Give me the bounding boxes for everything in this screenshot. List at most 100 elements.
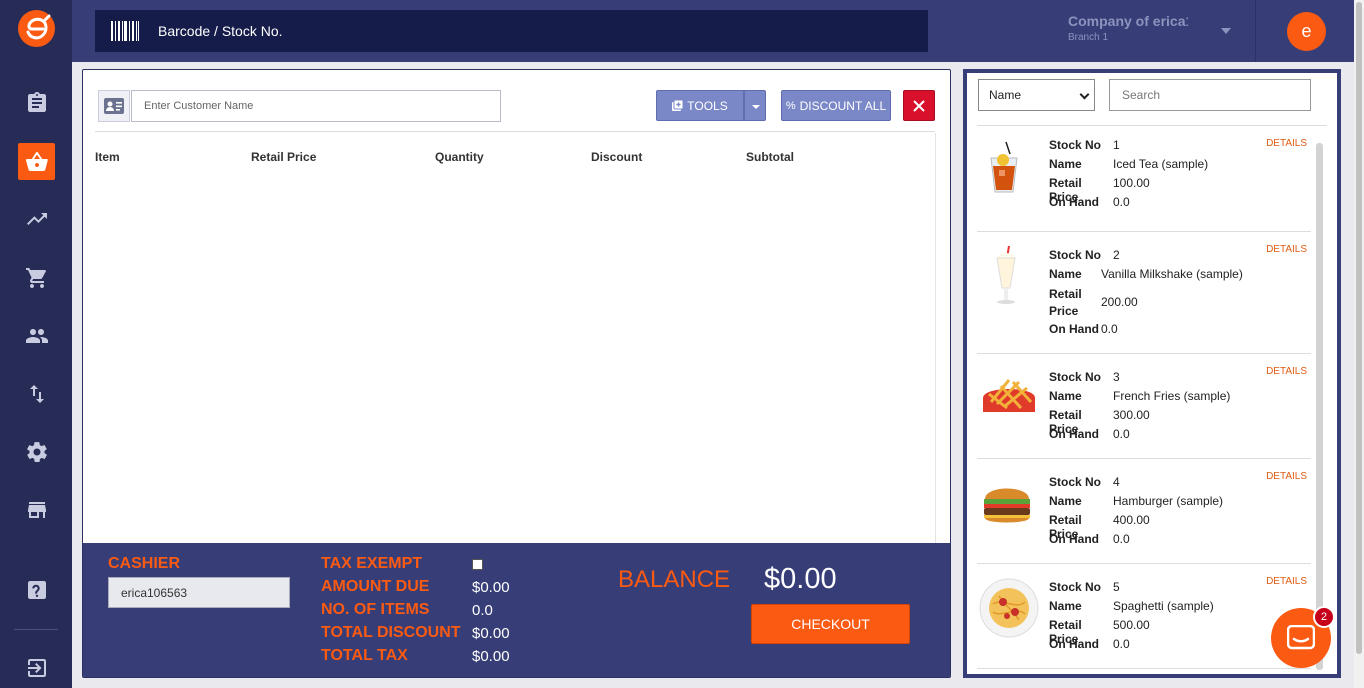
balance-label: BALANCE (618, 566, 731, 593)
total-discount-value: $0.00 (472, 625, 510, 642)
total-tax-label: TOTAL TAX (321, 647, 408, 664)
stock-no-value: 2 (1113, 248, 1120, 262)
cart-divider (95, 131, 935, 132)
details-link[interactable]: DETAILS (1266, 576, 1307, 587)
nav-orders[interactable] (18, 84, 55, 121)
on-hand-value: 0.0 (1113, 427, 1130, 441)
product-list: Stock No 1 Name Iced Tea (sample) Retail P… (977, 126, 1311, 678)
cart-icon (25, 267, 46, 288)
milkshake-image (996, 246, 1016, 304)
product-name: Iced Tea (sample) (1113, 157, 1209, 171)
search-field-selected: Name (989, 88, 1022, 102)
nav-store[interactable] (18, 491, 55, 528)
chevron-down-icon[interactable] (1221, 28, 1231, 34)
tax-exempt-checkbox[interactable] (472, 559, 483, 570)
product-item[interactable]: Stock No 1 Name Iced Tea (sample) Retail P… (977, 126, 1311, 232)
checkout-button[interactable]: CHECKOUT (751, 604, 910, 644)
customer-name-input[interactable] (131, 90, 501, 122)
retail-label: Retail (1049, 287, 1082, 301)
stock-no-label: Stock No (1049, 580, 1102, 594)
details-link[interactable]: DETAILS (1266, 471, 1307, 482)
avatar[interactable]: e (1287, 12, 1326, 51)
product-name: Spaghetti (sample) (1113, 599, 1214, 613)
header-divider (1255, 0, 1256, 62)
nav-purchases[interactable] (18, 259, 55, 296)
spaghetti-image (979, 578, 1039, 638)
branch-name: Branch 1 (1068, 32, 1109, 43)
column-discount: Discount (591, 150, 643, 164)
on-hand-value: 0.0 (1113, 532, 1130, 546)
product-name: Hamburger (sample) (1113, 494, 1224, 508)
column-retail-price: Retail Price (251, 150, 317, 164)
id-card-icon[interactable] (98, 90, 130, 122)
name-label: Name (1049, 389, 1082, 403)
nav-pos[interactable] (18, 143, 55, 180)
tax-exempt-label: TAX EXEMPT (321, 555, 423, 572)
retail-price-label: Retail Price (1049, 286, 1101, 320)
tools-label: TOOLS (687, 98, 728, 113)
nav-transfers[interactable] (18, 375, 55, 412)
brand-logo[interactable] (18, 10, 55, 47)
on-hand-label: On Hand (1049, 322, 1099, 336)
on-hand-label: On Hand (1049, 532, 1099, 546)
page-scrollbar-thumb[interactable] (1356, 2, 1362, 654)
discount-all-label: DISCOUNT ALL (799, 98, 887, 113)
product-item[interactable]: Stock No 3 Name French Fries (sample) Reta… (977, 354, 1311, 459)
search-field-select[interactable]: Name (978, 79, 1095, 111)
product-item[interactable]: Stock No 4 Name Hamburger (sample) Retail … (977, 459, 1311, 564)
barcode-icon (111, 21, 139, 41)
summary-panel: CASHIER erica106563 TAX EXEMPT AMOUNT DU… (83, 543, 950, 677)
discount-all-button[interactable]: % DISCOUNT ALL (781, 90, 891, 121)
percent-icon: % (785, 99, 796, 112)
stock-no-label: Stock No (1049, 475, 1102, 489)
sidebar-divider (14, 629, 58, 630)
on-hand-label: On Hand (1049, 637, 1099, 651)
shopping-basket-icon (25, 151, 48, 171)
nav-settings[interactable] (18, 433, 55, 470)
nav-reports[interactable] (18, 200, 55, 237)
nav-customers[interactable] (18, 317, 55, 354)
tools-dropdown-toggle[interactable] (744, 90, 766, 121)
details-link[interactable]: DETAILS (1266, 366, 1307, 377)
product-item[interactable]: Stock No 5 Name Spaghetti (sample) Retail … (977, 564, 1311, 669)
stock-no-value: 1 (1113, 138, 1120, 152)
retail-price-value: 200.00 (1101, 295, 1138, 309)
column-quantity: Quantity (435, 150, 484, 164)
stock-no-label: Stock No (1049, 370, 1102, 384)
close-icon (913, 99, 925, 112)
help-icon (27, 580, 46, 599)
logout-icon (27, 658, 46, 677)
products-panel: Name Stock No 1 Name Iced Tea (sample) Ret… (963, 69, 1341, 678)
top-bar: Barcode / Stock No. Company of erica1065… (72, 0, 1354, 62)
nav-logout[interactable] (18, 649, 55, 686)
tools-button[interactable]: TOOLS (656, 90, 744, 121)
cart-scroll-track (935, 133, 936, 543)
on-hand-label: On Hand (1049, 427, 1099, 441)
company-selector[interactable]: Company of erica106563 Branch 1 (1068, 13, 1188, 43)
trending-up-icon (26, 212, 47, 225)
barcode-placeholder: Barcode / Stock No. (158, 23, 283, 39)
stock-no-value: 3 (1113, 370, 1120, 384)
chat-icon (1287, 625, 1315, 650)
caret-down-icon (752, 105, 760, 109)
total-discount-label: TOTAL DISCOUNT (321, 624, 461, 641)
nav-help[interactable] (18, 571, 55, 608)
people-icon (25, 328, 48, 343)
items-count-value: 0.0 (472, 602, 493, 619)
amount-due-value: $0.00 (472, 579, 510, 596)
details-link[interactable]: DETAILS (1266, 138, 1307, 149)
stock-no-label: Stock No (1049, 248, 1102, 262)
page-scrollbar[interactable] (1354, 0, 1364, 688)
product-search-input[interactable] (1109, 79, 1311, 111)
iced-tea-image (990, 141, 1018, 193)
product-name: Vanilla Milkshake (sample) (1101, 267, 1243, 281)
barcode-input[interactable]: Barcode / Stock No. (95, 10, 928, 52)
products-scrollbar[interactable] (1316, 143, 1323, 670)
total-tax-value: $0.00 (472, 648, 510, 665)
column-subtotal: Subtotal (746, 150, 794, 164)
name-label: Name (1049, 157, 1082, 171)
product-item[interactable]: Stock No 2 Name Vanilla Milkshake (sample)… (977, 232, 1311, 354)
clear-cart-button[interactable] (903, 90, 935, 121)
details-link[interactable]: DETAILS (1266, 244, 1307, 255)
column-item: Item (95, 150, 120, 164)
